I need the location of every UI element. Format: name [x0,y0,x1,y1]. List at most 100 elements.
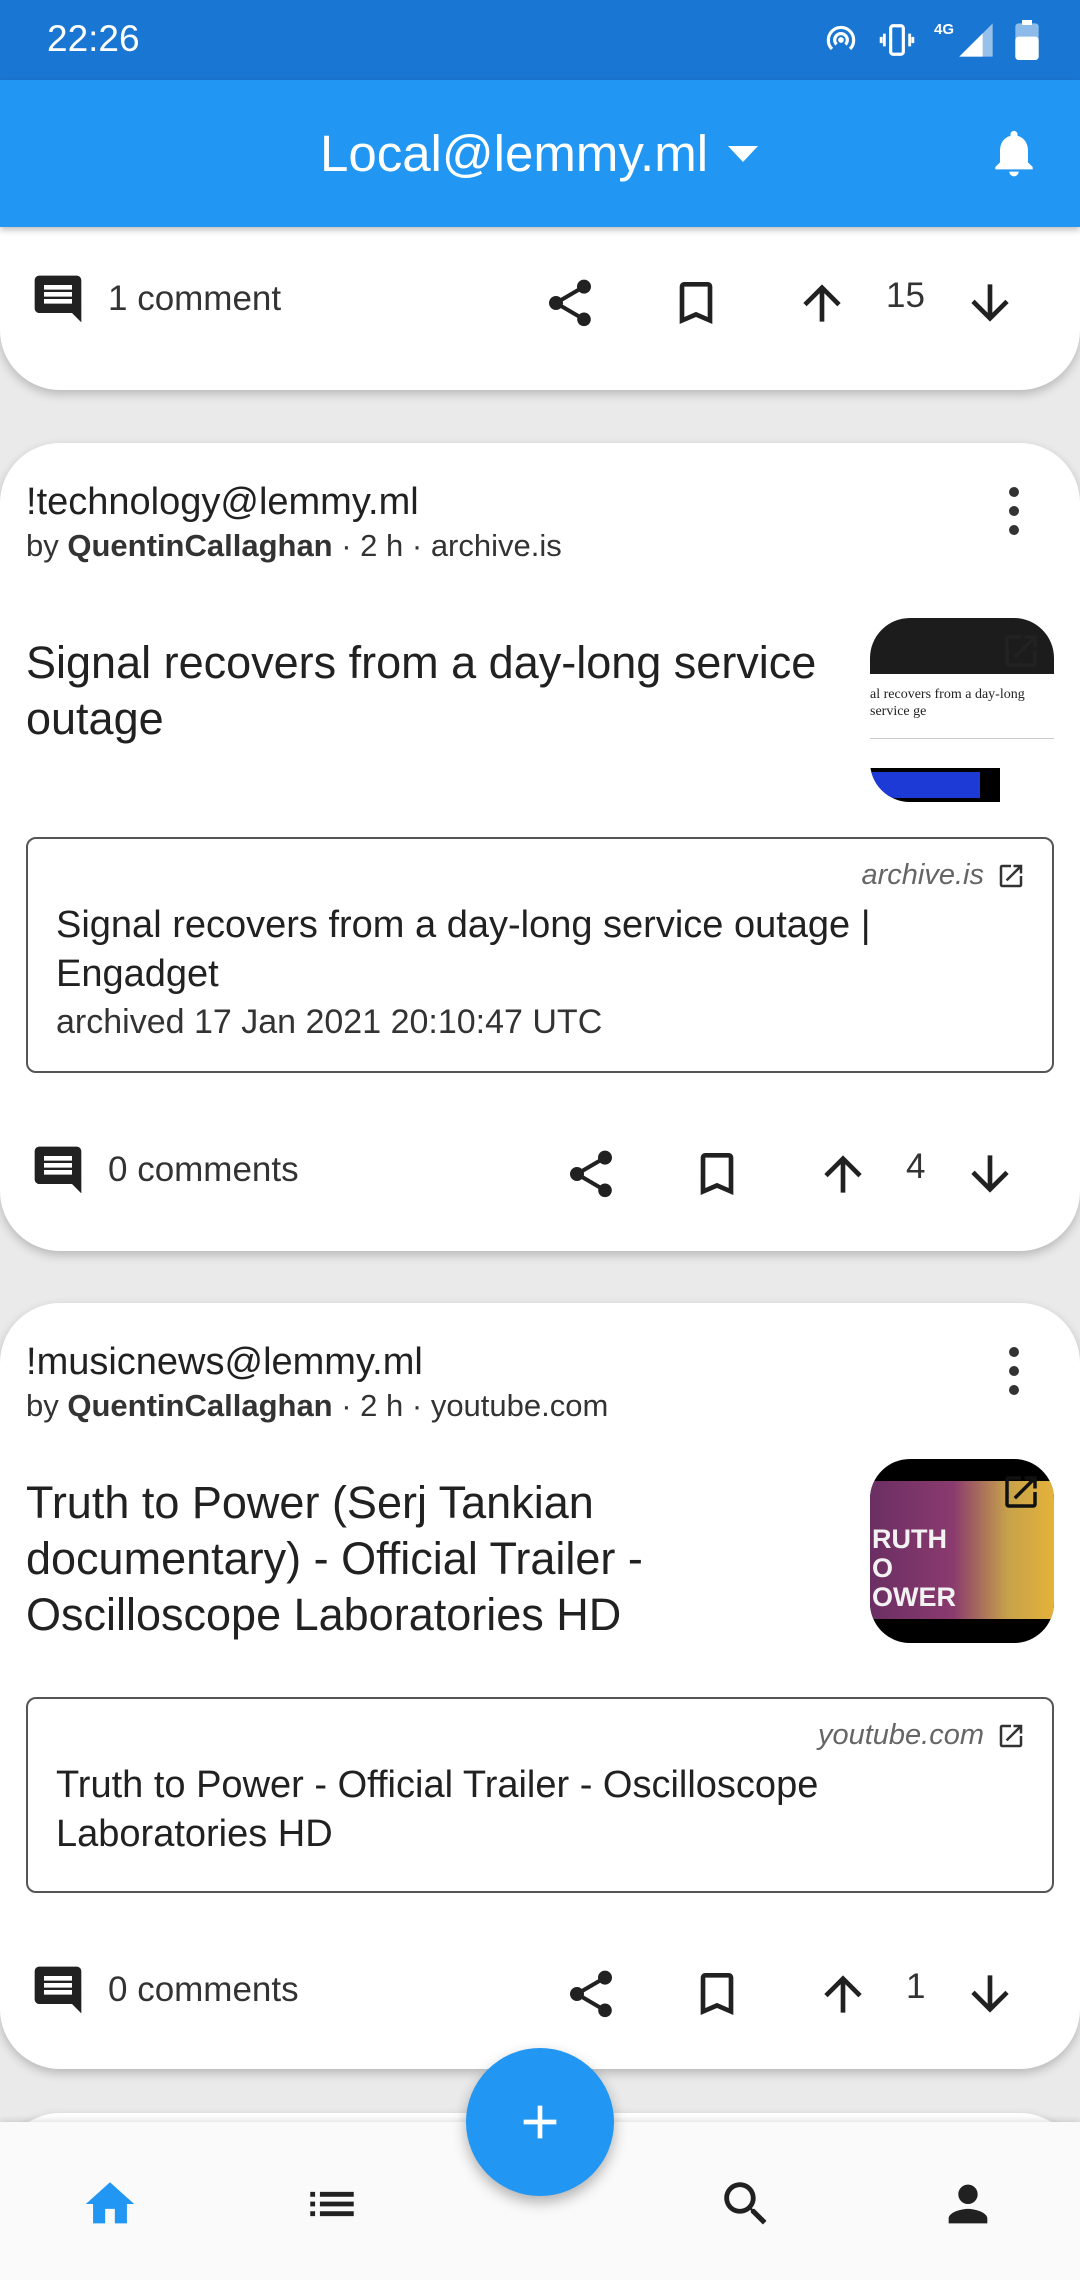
upvote-button[interactable] [815,1146,871,1207]
list-icon [310,2191,354,2217]
nav-home[interactable] [80,2174,140,2234]
save-button[interactable] [689,1966,745,2027]
comment-icon [34,1146,82,1194]
save-button[interactable] [668,275,724,336]
instance-title: Local@lemmy.ml [319,125,709,182]
more-vert-icon [1009,1347,1019,1357]
post-actions: 0 comments 1 [0,1945,1080,2035]
person-icon [948,2184,988,2224]
signal-icon [959,23,993,57]
open-in-new-icon [1000,1471,1042,1518]
comment-icon [34,275,82,323]
thumbnail-text: RUTH O OWER [872,1524,956,1612]
share-button[interactable] [542,275,598,336]
network-label: 4G [933,20,954,38]
share-button[interactable] [563,1966,619,2027]
open-in-new-icon [1000,630,1042,677]
post-title[interactable]: Truth to Power (Serj Tankian documentary… [26,1475,786,1643]
thumbnail-caption: al recovers from a day-long service ge [870,687,1025,719]
community-name: technology@lemmy.ml [36,481,419,523]
bookmark-icon [700,1153,734,1195]
post-thumbnail[interactable]: al recovers from a day-long service ge [870,618,1054,802]
arrow-up-icon [824,1975,862,2013]
arrow-up-icon [803,284,841,322]
post-card[interactable]: !musicnews@lemmy.ml by QuentinCallaghan … [0,1303,1080,2069]
instance-selector[interactable]: Local@lemmy.ml [0,80,1080,227]
comments-button[interactable]: 1 comment [30,254,281,344]
downvote-button[interactable] [962,275,1018,336]
thumbnail-image [870,768,1000,802]
post-meta: by QuentinCallaghan · 2 h · archive.is [26,528,562,563]
post-header: !technology@lemmy.ml by QuentinCallaghan… [26,481,970,564]
more-options-button[interactable] [1004,487,1024,535]
community-name: musicnews@lemmy.ml [36,1341,423,1383]
post-card[interactable]: !technology@lemmy.ml by QuentinCallaghan… [0,443,1080,1251]
post-meta: by QuentinCallaghan · 2 h · youtube.com [26,1388,609,1423]
post-meta-rest: · 2 h · archive.is [332,528,562,563]
bell-icon [995,130,1033,177]
community-link[interactable]: !musicnews@lemmy.ml [26,1341,970,1384]
author-link[interactable]: QuentinCallaghan [67,528,332,563]
post-actions: 0 comments 4 [0,1125,1080,1215]
upvote-button[interactable] [815,1966,871,2027]
upvote-button[interactable] [794,275,850,336]
comments-count: 1 comment [108,279,282,318]
plus-icon [523,2105,557,2139]
status-icons: 4G [822,16,1040,64]
community-link[interactable]: !technology@lemmy.ml [26,481,970,524]
comments-button[interactable]: 0 comments [30,1125,299,1215]
arrow-up-icon [824,1155,862,1193]
downvote-button[interactable] [962,1146,1018,1207]
link-domain: youtube.com [818,1719,1026,1752]
open-in-new-icon [999,864,1023,887]
save-button[interactable] [689,1146,745,1207]
vibrate-icon [879,24,915,56]
link-subtitle: archived 17 Jan 2021 20:10:47 UTC [56,1003,603,1041]
app-bar: Local@lemmy.ml [0,80,1080,227]
more-options-button[interactable] [1004,1347,1024,1395]
arrow-down-icon [971,1155,1009,1193]
comments-count: 0 comments [108,1150,299,1189]
search-icon [724,2182,767,2225]
share-button[interactable] [563,1146,619,1207]
post-thumbnail[interactable]: RUTH O OWER [870,1459,1054,1643]
link-domain: archive.is [862,859,1027,892]
more-vert-icon [1009,487,1019,497]
post-meta-rest: · 2 h · youtube.com [332,1388,609,1423]
comments-count: 0 comments [108,1970,299,2009]
dropdown-arrow-icon [728,145,759,162]
link-title: Signal recovers from a day-long service … [56,904,871,995]
comments-button[interactable]: 0 comments [30,1945,299,2035]
link-title: Truth to Power - Official Trailer - Osci… [56,1764,819,1855]
status-time: 22:26 [47,18,140,59]
notifications-button[interactable] [986,124,1042,187]
share-icon [570,1150,612,1198]
post-actions: 1 comment 15 [0,254,1080,344]
bookmark-icon [700,1973,734,2015]
author-link[interactable]: QuentinCallaghan [67,1388,332,1423]
arrow-down-icon [971,284,1009,322]
post-header: !musicnews@lemmy.ml by QuentinCallaghan … [26,1341,970,1424]
post-feed[interactable]: 1 comment 15 !technology@lemmy.ml by Que… [0,227,1080,2122]
nav-profile[interactable] [938,2174,998,2234]
status-bar: 22:26 4G [0,0,1080,80]
link-preview[interactable]: youtube.com Truth to Power - Official Tr… [26,1697,1054,1893]
home-icon [85,2182,135,2224]
thumbnail-rule [870,738,1054,739]
downvote-button[interactable] [962,1966,1018,2027]
score: 4 [906,1147,926,1186]
nav-communities[interactable] [302,2174,362,2234]
open-in-new-icon [999,1724,1023,1747]
arrow-down-icon [971,1975,1009,2013]
post-title[interactable]: Signal recovers from a day-long service … [26,635,876,747]
bookmark-icon [679,282,713,324]
post-card: 1 comment 15 [0,227,1080,390]
share-icon [549,279,591,327]
hotspot-icon [826,25,856,51]
link-preview[interactable]: archive.is Signal recovers from a day-lo… [26,837,1054,1073]
create-post-button[interactable] [466,2048,614,2196]
score: 1 [906,1967,926,2006]
comment-icon [34,1966,82,2014]
nav-search[interactable] [716,2174,776,2234]
battery-icon [1015,20,1039,60]
